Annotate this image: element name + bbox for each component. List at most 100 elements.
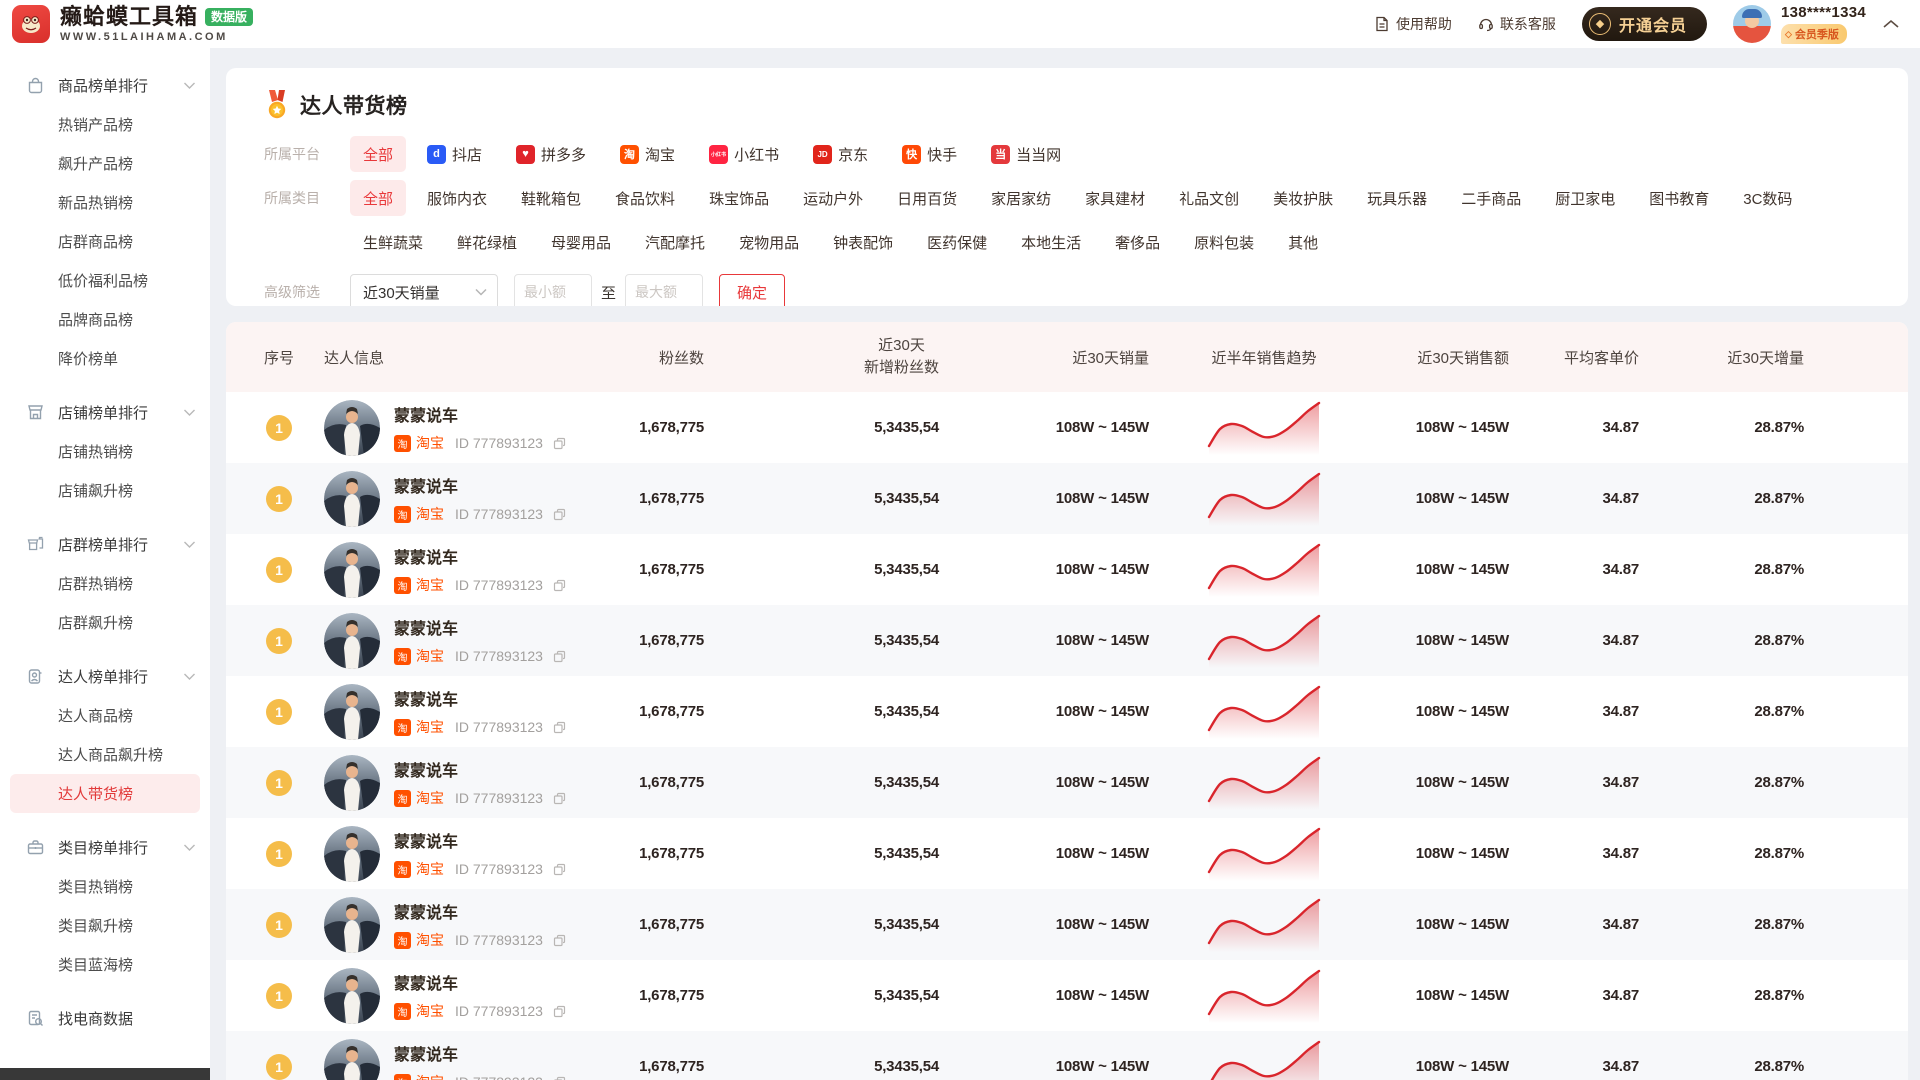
talent-info-cell: 蒙蒙说车淘淘宝ID 777893123 [324, 605, 534, 676]
new-fans-cell: 5,3435,54 [704, 392, 939, 463]
platform-tab-jd[interactable]: JD京东 [800, 136, 881, 172]
category-tab[interactable]: 图书教育 [1636, 180, 1722, 216]
platform-tab-dangdang[interactable]: 当当当网 [978, 136, 1074, 172]
sidebar-item[interactable]: 降价榜单 [0, 339, 210, 378]
category-tab[interactable]: 鲜花绿植 [444, 224, 530, 260]
category-tab[interactable]: 运动户外 [790, 180, 876, 216]
sidebar-group-bag[interactable]: 商品榜单排行 [0, 66, 210, 105]
support-link[interactable]: 联系客服 [1478, 14, 1556, 34]
sidebar-item[interactable]: 类目热销榜 [0, 867, 210, 906]
category-tab[interactable]: 服饰内衣 [414, 180, 500, 216]
sidebar-bottom-bar[interactable] [0, 1068, 210, 1080]
platform-tab-taobao[interactable]: 淘淘宝 [607, 136, 688, 172]
rank-badge: 1 [266, 628, 292, 654]
talent-avatar[interactable] [324, 897, 380, 953]
top-header: 癞蛤蟆工具箱 数据版 WWW.51LAIHAMA.COM 使用帮助 联系客服 ◆… [0, 0, 1920, 48]
sidebar-item[interactable]: 飙升产品榜 [0, 144, 210, 183]
sidebar-item-find-ecom-data[interactable]: 找电商数据 [0, 999, 210, 1038]
revenue-30d-cell: 108W ~ 145W [1379, 960, 1509, 1031]
sidebar-item[interactable]: 类目蓝海榜 [0, 945, 210, 984]
category-tab[interactable]: 二手商品 [1448, 180, 1534, 216]
talent-info-cell: 蒙蒙说车淘淘宝ID 777893123 [324, 534, 534, 605]
sidebar-group-shop[interactable]: 店铺榜单排行 [0, 393, 210, 432]
category-tab[interactable]: 厨卫家电 [1542, 180, 1628, 216]
category-tab[interactable]: 奢侈品 [1102, 224, 1173, 260]
sidebar-group-person-card[interactable]: 达人榜单排行 [0, 657, 210, 696]
category-tab[interactable]: 日用百货 [884, 180, 970, 216]
platform-tab-xiaohongshu[interactable]: 小红书小红书 [696, 136, 792, 172]
growth-30d-cell: 28.87% [1639, 605, 1804, 676]
sidebar-group-briefcase[interactable]: 类目榜单排行 [0, 828, 210, 867]
sidebar-group-label: 店铺榜单排行 [58, 402, 183, 423]
category-tab[interactable]: 本地生活 [1008, 224, 1094, 260]
sidebar-item[interactable]: 品牌商品榜 [0, 300, 210, 339]
chevron-up-icon[interactable] [1882, 18, 1900, 30]
user-avatar[interactable] [1733, 5, 1771, 43]
platform-tab-kuaishou[interactable]: 快快手 [889, 136, 970, 172]
category-tab[interactable]: 玩具乐器 [1354, 180, 1440, 216]
platform-tab-all[interactable]: 全部 [350, 136, 406, 172]
sidebar-item[interactable]: 店铺热销榜 [0, 432, 210, 471]
revenue-30d-cell: 108W ~ 145W [1379, 1031, 1509, 1080]
taobao-icon: 淘 [394, 861, 411, 878]
category-tab[interactable]: 宠物用品 [726, 224, 812, 260]
taobao-icon: 淘 [394, 719, 411, 736]
open-vip-button[interactable]: ◆ 开通会员 [1582, 7, 1707, 41]
metric-select[interactable]: 近30天销量 [350, 274, 498, 306]
sidebar-item[interactable]: 店群飙升榜 [0, 603, 210, 642]
sidebar-item[interactable]: 热销产品榜 [0, 105, 210, 144]
sidebar-item[interactable]: 店铺飙升榜 [0, 471, 210, 510]
avg-price-cell: 34.87 [1509, 463, 1639, 534]
sidebar-item[interactable]: 类目飙升榜 [0, 906, 210, 945]
brand-logo-block[interactable]: 癞蛤蟆工具箱 数据版 WWW.51LAIHAMA.COM [12, 5, 253, 43]
category-tab[interactable]: 钟表配饰 [820, 224, 906, 260]
revenue-30d-cell: 108W ~ 145W [1379, 747, 1509, 818]
rank-badge: 1 [266, 983, 292, 1009]
sidebar-item[interactable]: 达人商品榜 [0, 696, 210, 735]
category-tab[interactable]: 其他 [1275, 224, 1331, 260]
category-tab[interactable]: 珠宝饰品 [696, 180, 782, 216]
talent-avatar[interactable] [324, 826, 380, 882]
category-tab[interactable]: 美妆护肤 [1260, 180, 1346, 216]
talent-avatar[interactable] [324, 755, 380, 811]
sidebar-item[interactable]: 店群热销榜 [0, 564, 210, 603]
sales-30d-cell: 108W ~ 145W [939, 1031, 1149, 1080]
growth-30d-cell: 28.87% [1639, 534, 1804, 605]
talent-avatar[interactable] [324, 684, 380, 740]
min-amount-input[interactable] [514, 274, 592, 306]
category-tab[interactable]: 原料包装 [1181, 224, 1267, 260]
fans-count-cell: 1,678,775 [534, 676, 704, 747]
platform-tab-doudian[interactable]: d抖店 [414, 136, 495, 172]
category-tab[interactable]: 食品饮料 [602, 180, 688, 216]
sidebar-group-shop-group[interactable]: 店群榜单排行 [0, 525, 210, 564]
category-tab[interactable]: 全部 [350, 180, 406, 216]
talent-avatar[interactable] [324, 471, 380, 527]
sidebar-item[interactable]: 达人商品飙升榜 [0, 735, 210, 774]
talent-avatar[interactable] [324, 1039, 380, 1080]
category-tab[interactable]: 汽配摩托 [632, 224, 718, 260]
fans-count-cell: 1,678,775 [534, 818, 704, 889]
category-tab[interactable]: 医药保健 [914, 224, 1000, 260]
max-amount-input[interactable] [625, 274, 703, 306]
fans-count-cell: 1,678,775 [534, 392, 704, 463]
trend-sparkline-cell [1149, 676, 1379, 747]
talent-avatar[interactable] [324, 968, 380, 1024]
category-tab[interactable]: 家具建材 [1072, 180, 1158, 216]
sidebar-item[interactable]: 达人带货榜 [10, 774, 200, 813]
sidebar-item[interactable]: 新品热销榜 [0, 183, 210, 222]
talent-avatar[interactable] [324, 542, 380, 598]
confirm-button[interactable]: 确定 [719, 274, 785, 306]
platform-tab-pinduoduo[interactable]: ♥拼多多 [503, 136, 599, 172]
category-tab[interactable]: 3C数码 [1730, 180, 1805, 216]
sidebar-item[interactable]: 低价福利品榜 [0, 261, 210, 300]
talent-avatar[interactable] [324, 613, 380, 669]
growth-30d-cell: 28.87% [1639, 392, 1804, 463]
category-tab[interactable]: 鞋靴箱包 [508, 180, 594, 216]
help-link[interactable]: 使用帮助 [1374, 14, 1452, 34]
talent-avatar[interactable] [324, 400, 380, 456]
category-tab[interactable]: 礼品文创 [1166, 180, 1252, 216]
category-tab[interactable]: 家居家纺 [978, 180, 1064, 216]
category-tab[interactable]: 生鲜蔬菜 [350, 224, 436, 260]
sidebar-item[interactable]: 店群商品榜 [0, 222, 210, 261]
category-tab[interactable]: 母婴用品 [538, 224, 624, 260]
